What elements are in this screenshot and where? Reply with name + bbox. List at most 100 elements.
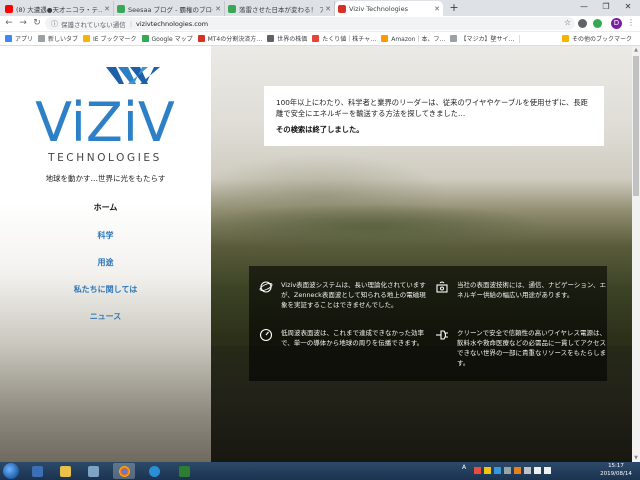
info-icon[interactable]: ⓘ bbox=[51, 19, 58, 29]
network-icon[interactable] bbox=[534, 466, 541, 474]
other-bookmarks[interactable]: その他のブックマーク bbox=[561, 34, 632, 43]
volume-icon[interactable] bbox=[544, 466, 551, 474]
tab-title: Viziv Technologies bbox=[349, 4, 408, 13]
clock-time: 15:17 bbox=[608, 463, 624, 469]
hero-hills bbox=[211, 186, 632, 246]
intro-text: 100年以上にわたり、科学者と業界のリーダーは、従来のワイヤやケーブルを使用せず… bbox=[276, 98, 588, 118]
page-icon bbox=[38, 35, 46, 42]
tray-icon[interactable] bbox=[504, 466, 511, 474]
taskbar-app[interactable] bbox=[26, 463, 48, 479]
taskbar-app[interactable] bbox=[173, 463, 195, 479]
taskbar-app[interactable] bbox=[54, 463, 76, 479]
media-player-icon bbox=[31, 465, 43, 477]
page-icon bbox=[117, 4, 125, 13]
close-icon[interactable]: ✕ bbox=[104, 5, 110, 13]
bookmark-star-icon[interactable]: ☆ bbox=[564, 18, 571, 27]
extension-icon[interactable] bbox=[593, 19, 602, 28]
taskbar-app[interactable] bbox=[143, 463, 165, 479]
bookmarks-bar: アプリ 新しいタブ IE ブックマーク Google マップ MT4の分割決済方… bbox=[0, 32, 640, 46]
page-scrollbar[interactable]: ▲ ▼ bbox=[632, 46, 640, 462]
address-bar[interactable]: ⓘ 保護されていない通信 | vizivtechnologies.com bbox=[45, 17, 575, 30]
page-icon bbox=[450, 35, 458, 42]
tray-icon[interactable] bbox=[484, 466, 491, 474]
folder-icon bbox=[59, 465, 71, 477]
taskbar-app-chrome[interactable] bbox=[113, 463, 135, 479]
url-text: vizivtechnologies.com bbox=[136, 19, 209, 28]
scroll-up-icon[interactable]: ▲ bbox=[632, 46, 640, 54]
browser-toolbar: ← → ↻ ⓘ 保護されていない通信 | vizivtechnologies.c… bbox=[0, 16, 640, 32]
forward-icon[interactable]: → bbox=[17, 17, 29, 30]
bookmark-item[interactable]: MT4の分割決済方… bbox=[197, 34, 262, 43]
reload-icon[interactable]: ↻ bbox=[31, 17, 43, 30]
bookmark-item[interactable]: Google マップ bbox=[141, 34, 193, 43]
extension-icon[interactable] bbox=[578, 19, 587, 28]
feature-text: Viziv表面波システムは、長い理論化されていますが、Zenneck表面波として… bbox=[281, 281, 426, 309]
chrome-icon bbox=[118, 465, 130, 477]
tab-title: Seesaa ブログ - 覇権のブログ… bbox=[128, 5, 213, 14]
taskbar-app[interactable] bbox=[82, 463, 104, 479]
page-icon bbox=[228, 4, 236, 13]
tab-blog[interactable]: 落雷させた日本が変わる！ ア… ✕ bbox=[225, 1, 335, 16]
gauge-icon bbox=[259, 328, 273, 342]
bookmark-item[interactable]: たくり値｜株チャ… bbox=[312, 34, 376, 43]
nav-applications[interactable]: 用途 bbox=[0, 257, 211, 268]
logo-mark-icon bbox=[106, 67, 160, 84]
folder-icon bbox=[83, 35, 91, 42]
feature-text: クリーンで安全で信頼性の高いワイヤレス電源は、飲料水や救命医療などの必需品に一貫… bbox=[457, 329, 607, 367]
scroll-down-icon[interactable]: ▼ bbox=[632, 454, 640, 462]
page-icon bbox=[197, 35, 205, 42]
avatar[interactable]: D bbox=[611, 18, 622, 29]
bookmark-item[interactable]: IE ブックマーク bbox=[83, 34, 137, 43]
tray-icon[interactable] bbox=[514, 466, 521, 474]
close-icon[interactable]: ✕ bbox=[325, 5, 331, 13]
tray-icon[interactable] bbox=[474, 466, 481, 474]
web-page: ViZiV TECHNOLOGIES 地球を動かす…世界に光をもたらす ホーム … bbox=[0, 46, 632, 462]
start-button[interactable] bbox=[3, 463, 19, 479]
window-icon bbox=[87, 465, 99, 477]
tab-strip: (8) 大遭遇●天才ニコラ・テ… ✕ Seesaa ブログ - 覇権のブログ… … bbox=[0, 0, 640, 16]
tab-viziv[interactable]: Viziv Technologies ✕ bbox=[335, 1, 443, 16]
divider bbox=[519, 34, 521, 43]
folder-icon bbox=[561, 35, 569, 42]
ime-indicator[interactable]: A bbox=[462, 464, 466, 471]
close-icon[interactable]: ✕ bbox=[434, 5, 440, 13]
feature-text: 当社の表面波技術には、通信、ナビゲーション、エネルギー供給の幅広い用途があります… bbox=[457, 281, 606, 299]
bookmark-item[interactable]: 世界の株価 bbox=[267, 34, 307, 43]
amazon-icon bbox=[381, 35, 389, 42]
tab-title: (8) 大遭遇●天才ニコラ・テ… bbox=[16, 5, 103, 14]
feature-text: 低周波表面波は、これまで達成できなかった効率で、単一の導体から地球の周りを伝播で… bbox=[281, 329, 424, 347]
bookmark-item[interactable]: アプリ bbox=[5, 34, 33, 43]
tagline: 地球を動かす…世界に光をもたらす bbox=[45, 174, 166, 183]
bookmark-item[interactable]: 新しいタブ bbox=[38, 34, 78, 43]
globe-icon bbox=[259, 281, 273, 293]
ie-icon bbox=[148, 465, 160, 477]
system-tray bbox=[474, 464, 586, 476]
menu-icon[interactable]: ⋮ bbox=[627, 18, 635, 27]
viziv-logo[interactable]: ViZiV TECHNOLOGIES bbox=[28, 64, 182, 189]
nav-news[interactable]: ニュース bbox=[0, 311, 211, 322]
tab-youtube[interactable]: (8) 大遭遇●天才ニコラ・テ… ✕ bbox=[2, 1, 114, 16]
back-icon[interactable]: ← bbox=[3, 17, 15, 30]
clock[interactable]: 15:17 2019/08/14 bbox=[597, 463, 635, 478]
divider: | bbox=[129, 19, 133, 28]
features-panel: Viziv表面波システムは、長い理論化されていますが、Zenneck表面波として… bbox=[249, 266, 607, 381]
viziv-favicon-icon bbox=[338, 4, 346, 13]
new-tab-button[interactable]: + bbox=[448, 2, 460, 14]
nav-home[interactable]: ホーム bbox=[0, 202, 211, 213]
app-icon bbox=[178, 465, 190, 477]
router-icon bbox=[436, 281, 448, 293]
bookmark-item[interactable]: Amazon｜本、フ… bbox=[381, 34, 445, 43]
scrollbar-thumb[interactable] bbox=[633, 56, 639, 196]
restore-icon[interactable]: ❐ bbox=[595, 0, 617, 14]
nav-science[interactable]: 科学 bbox=[0, 230, 211, 241]
tab-seesaa[interactable]: Seesaa ブログ - 覇権のブログ… ✕ bbox=[114, 1, 225, 16]
minimize-icon[interactable]: — bbox=[573, 0, 595, 14]
tray-icon[interactable] bbox=[494, 466, 501, 474]
globe-icon bbox=[267, 35, 275, 42]
tray-icon[interactable] bbox=[524, 466, 531, 474]
tab-title: 落雷させた日本が変わる！ ア… bbox=[239, 5, 324, 14]
close-icon[interactable]: ✕ bbox=[215, 5, 221, 13]
nav-about[interactable]: 私たちに関しては bbox=[0, 284, 211, 295]
bookmark-item[interactable]: 【マジカ】壁サイ… bbox=[450, 34, 514, 43]
close-window-icon[interactable]: ✕ bbox=[617, 0, 639, 14]
